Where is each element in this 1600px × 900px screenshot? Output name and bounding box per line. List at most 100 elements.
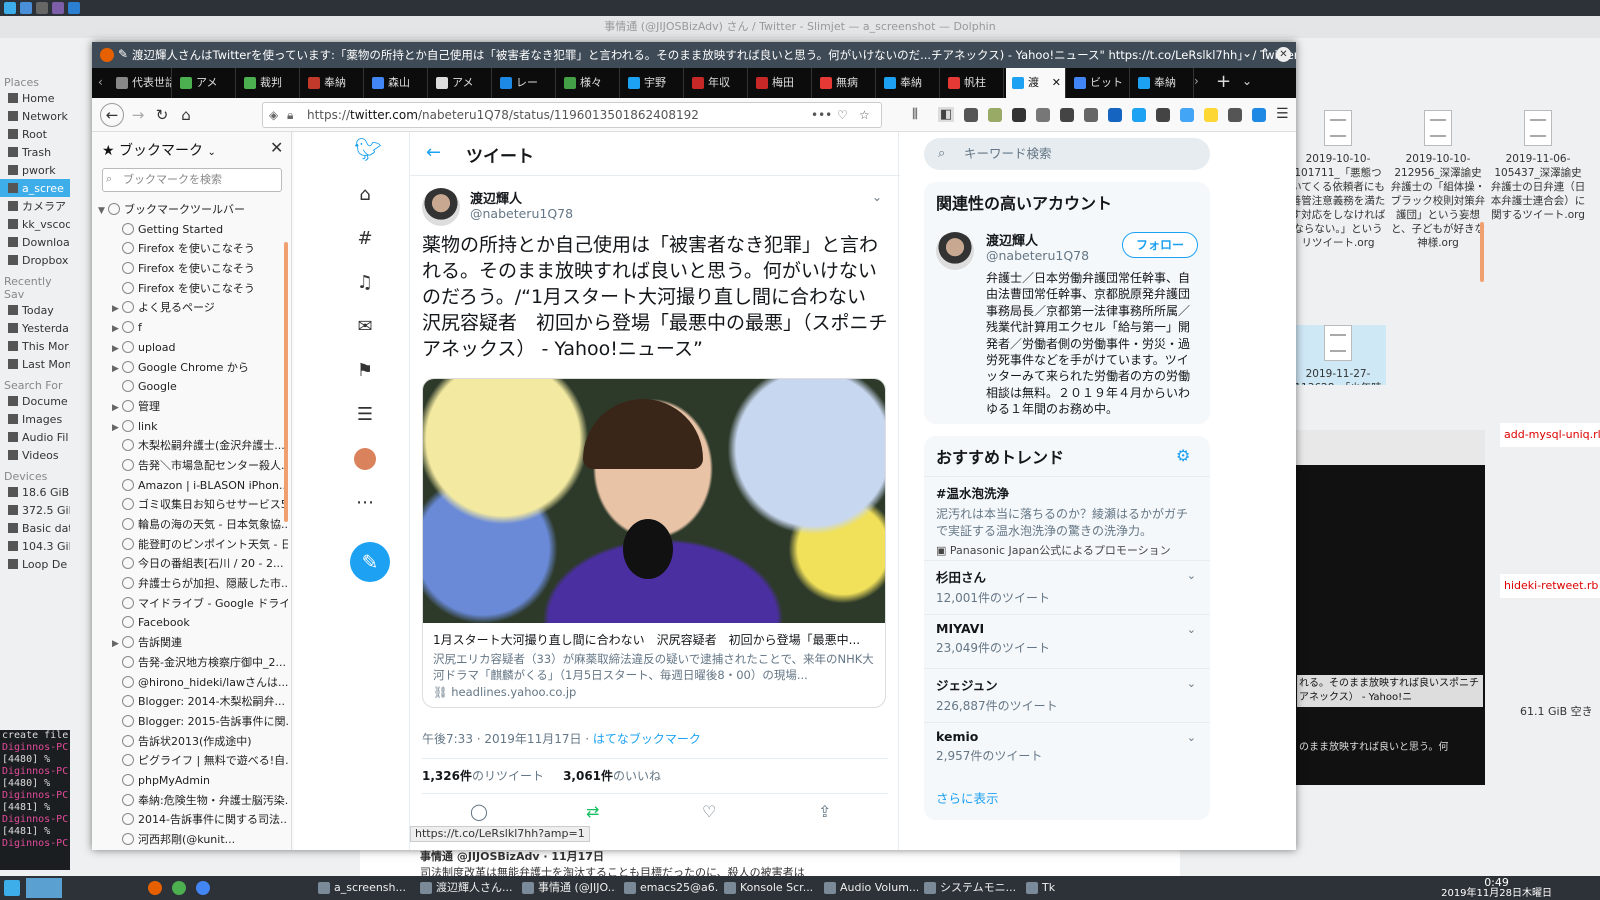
search-input[interactable]: ⌕ キーワード検索	[924, 138, 1210, 170]
bookmark-item[interactable]: Firefox を使いこなそう	[92, 259, 288, 279]
bookmark-icon[interactable]: ⚑	[354, 360, 376, 382]
places-item[interactable]: 18.6 GiB	[0, 483, 70, 501]
tab[interactable]: レー	[494, 68, 556, 98]
tab[interactable]: 様々	[558, 68, 620, 98]
extension-icon[interactable]	[1252, 108, 1266, 122]
chevron-down-icon[interactable]: ⌄	[1187, 623, 1196, 636]
clock[interactable]: 0:49 2019年11月28日木曜日	[1441, 877, 1552, 899]
bookmark-item[interactable]: 2014-告訴事件に関する司法...	[92, 810, 288, 830]
bookmark-item[interactable]: 今日の番組表[石川 / 20 - 2...	[92, 554, 288, 574]
places-item[interactable]: 372.5 Gil	[0, 501, 70, 519]
places-item[interactable]: Audio Fil	[0, 428, 70, 446]
library-icon[interactable]: ⫼	[912, 107, 918, 122]
tab[interactable]: 森山	[366, 68, 428, 98]
editor-tab-filename[interactable]: add-mysql-uniq.rl	[1500, 423, 1600, 447]
tab[interactable]: 代表世話	[110, 68, 172, 98]
lock-icon[interactable]: 🔒︎	[287, 103, 293, 127]
pocket-icon[interactable]: ♡	[837, 103, 848, 127]
file-item-selected[interactable]: 2019-11-27-113628_「少年時代」と「弁護士に向	[1290, 325, 1386, 385]
places-item[interactable]: Network	[0, 107, 70, 125]
bookmark-item[interactable]: ▶ 管理	[92, 397, 288, 417]
account-icon[interactable]	[964, 108, 978, 122]
trend-item[interactable]: kemio 2,957件のツイート ⌄	[924, 722, 1210, 776]
follow-button[interactable]: フォロー	[1122, 232, 1198, 258]
bookmark-item[interactable]: 河西邦剛(@kunit...	[92, 830, 288, 850]
folder-toggle-icon[interactable]: ▶	[112, 399, 122, 417]
back-icon[interactable]: ←	[100, 103, 124, 127]
app-launcher-icon[interactable]	[20, 2, 32, 14]
tab[interactable]: 無病	[814, 68, 876, 98]
bookmark-item[interactable]: Google	[92, 377, 288, 397]
more-icon[interactable]: ⋯	[354, 492, 376, 514]
folder-toggle-icon[interactable]: ▶	[112, 635, 122, 653]
bookmark-item[interactable]: Blogger: 2014-木梨松嗣弁...	[92, 692, 288, 712]
bookmark-item[interactable]: マイドライブ - Google ドライブ	[92, 594, 288, 614]
list-icon[interactable]: ☰	[354, 404, 376, 426]
extension-icon[interactable]	[1084, 108, 1098, 122]
share-icon[interactable]: ⇪	[818, 802, 831, 821]
bookmark-item[interactable]: ▶ link	[92, 417, 288, 437]
bookmark-item[interactable]: @hirono_hideki/lawさんは...	[92, 673, 288, 693]
extension-icon[interactable]	[1228, 108, 1242, 122]
tab[interactable]: 奉納	[1132, 68, 1194, 98]
bookmark-item[interactable]: 輪島の海の天気 - 日本気象協...	[92, 515, 288, 535]
tab[interactable]: 奉納	[302, 68, 364, 98]
places-item[interactable]: a_scree	[0, 179, 70, 197]
places-item[interactable]: Trash	[0, 143, 70, 161]
trend-item[interactable]: ジェジュン 226,887件のツイート ⌄	[924, 668, 1210, 722]
tab-scroll-right-icon[interactable]: ›	[1194, 74, 1199, 88]
extension-icon[interactable]	[1108, 108, 1122, 122]
window-launcher-icon[interactable]	[68, 2, 80, 14]
places-item[interactable]: Yesterda	[0, 319, 70, 337]
reply-icon[interactable]: ◯	[470, 802, 488, 821]
bookmark-item[interactable]: 奉納:危険生物・弁護士脳汚染...	[92, 791, 288, 811]
avatar[interactable]	[936, 232, 974, 270]
places-item[interactable]: Root	[0, 125, 70, 143]
forward-icon[interactable]: →	[128, 105, 148, 125]
taskbar-task[interactable]: 事情通 (@JIJO...	[520, 879, 616, 897]
page-scrollbar[interactable]	[1480, 222, 1484, 282]
twitter-bird-icon[interactable]: 🐦︎	[354, 140, 382, 162]
bookmark-item[interactable]: Firefox を使いこなそう	[92, 239, 288, 259]
places-item[interactable]: カメラア	[0, 197, 70, 215]
bookmark-item[interactable]: phpMyAdmin	[92, 771, 288, 791]
avatar[interactable]	[422, 188, 460, 226]
bookmark-item[interactable]: ▼ ブックマークツールバー	[92, 200, 288, 220]
link-card[interactable]: 1月スタート大河撮り直し間に合わない 沢尻容疑者 初回から登場「最悪中... 沢…	[422, 378, 886, 708]
reload-icon[interactable]: ↻	[152, 105, 172, 125]
taskbar-task[interactable]: Tk	[1024, 879, 1120, 897]
tab[interactable]: 帆柱	[942, 68, 1004, 98]
places-item[interactable]: kk_vscod	[0, 215, 70, 233]
editor-tab-filename[interactable]: hideki-retweet.rb	[1500, 574, 1600, 598]
back-arrow-icon[interactable]: ←	[426, 142, 441, 163]
window-maximize-icon[interactable]: ⌃	[1260, 46, 1270, 60]
extension-icon[interactable]	[1012, 108, 1026, 122]
profile-avatar-icon[interactable]	[354, 448, 376, 470]
tab[interactable]: 梅田	[750, 68, 812, 98]
related-account-name[interactable]: 渡辺輝人	[986, 230, 1038, 249]
taskbar-task[interactable]: システムモニ...	[922, 879, 1018, 897]
extension-icon[interactable]	[1036, 108, 1050, 122]
taskbar-task[interactable]: Audio Volum...	[822, 879, 918, 897]
page-actions-icon[interactable]: •••	[811, 103, 832, 127]
chevron-down-icon[interactable]: ⌄	[1187, 677, 1196, 690]
bookmark-item[interactable]: 木梨松嗣弁護士(金沢弁護士...	[92, 436, 288, 456]
bell-icon[interactable]: ♫	[354, 272, 376, 294]
trend-item[interactable]: 杉田さん 12,001件のツイート ⌄	[924, 560, 1210, 614]
places-item[interactable]: Videos	[0, 446, 70, 464]
tab[interactable]: 奉納	[878, 68, 940, 98]
extension-icon[interactable]	[1204, 108, 1218, 122]
url-bar[interactable]: ◈ 🔒︎ https://twitter.com/nabeteru1Q78/st…	[262, 102, 882, 128]
hashtag-icon[interactable]: #	[354, 228, 376, 250]
folder-toggle-icon[interactable]: ▶	[112, 300, 122, 318]
bookmark-item[interactable]: Blogger: 2015-告訴事件に関...	[92, 712, 288, 732]
taskbar-task[interactable]: a_screensh...	[316, 879, 412, 897]
places-item[interactable]: Today	[0, 301, 70, 319]
file-item[interactable]: 2019-11-06-105437_深澤諭史弁護士の日弁連（日本弁護士連合会）に…	[1490, 110, 1586, 222]
folder-toggle-icon[interactable]: ▼	[98, 202, 108, 220]
extension-icon[interactable]	[988, 108, 1002, 122]
extension-icon[interactable]	[1180, 108, 1194, 122]
bookmark-item[interactable]: Facebook	[92, 613, 288, 633]
trend-item[interactable]: #温水泡洗浄 泥汚れは本当に落ちるのか？綾瀬はるかがガチで実証する温水泡洗浄の驚…	[924, 476, 1210, 560]
places-item[interactable]: Images	[0, 410, 70, 428]
